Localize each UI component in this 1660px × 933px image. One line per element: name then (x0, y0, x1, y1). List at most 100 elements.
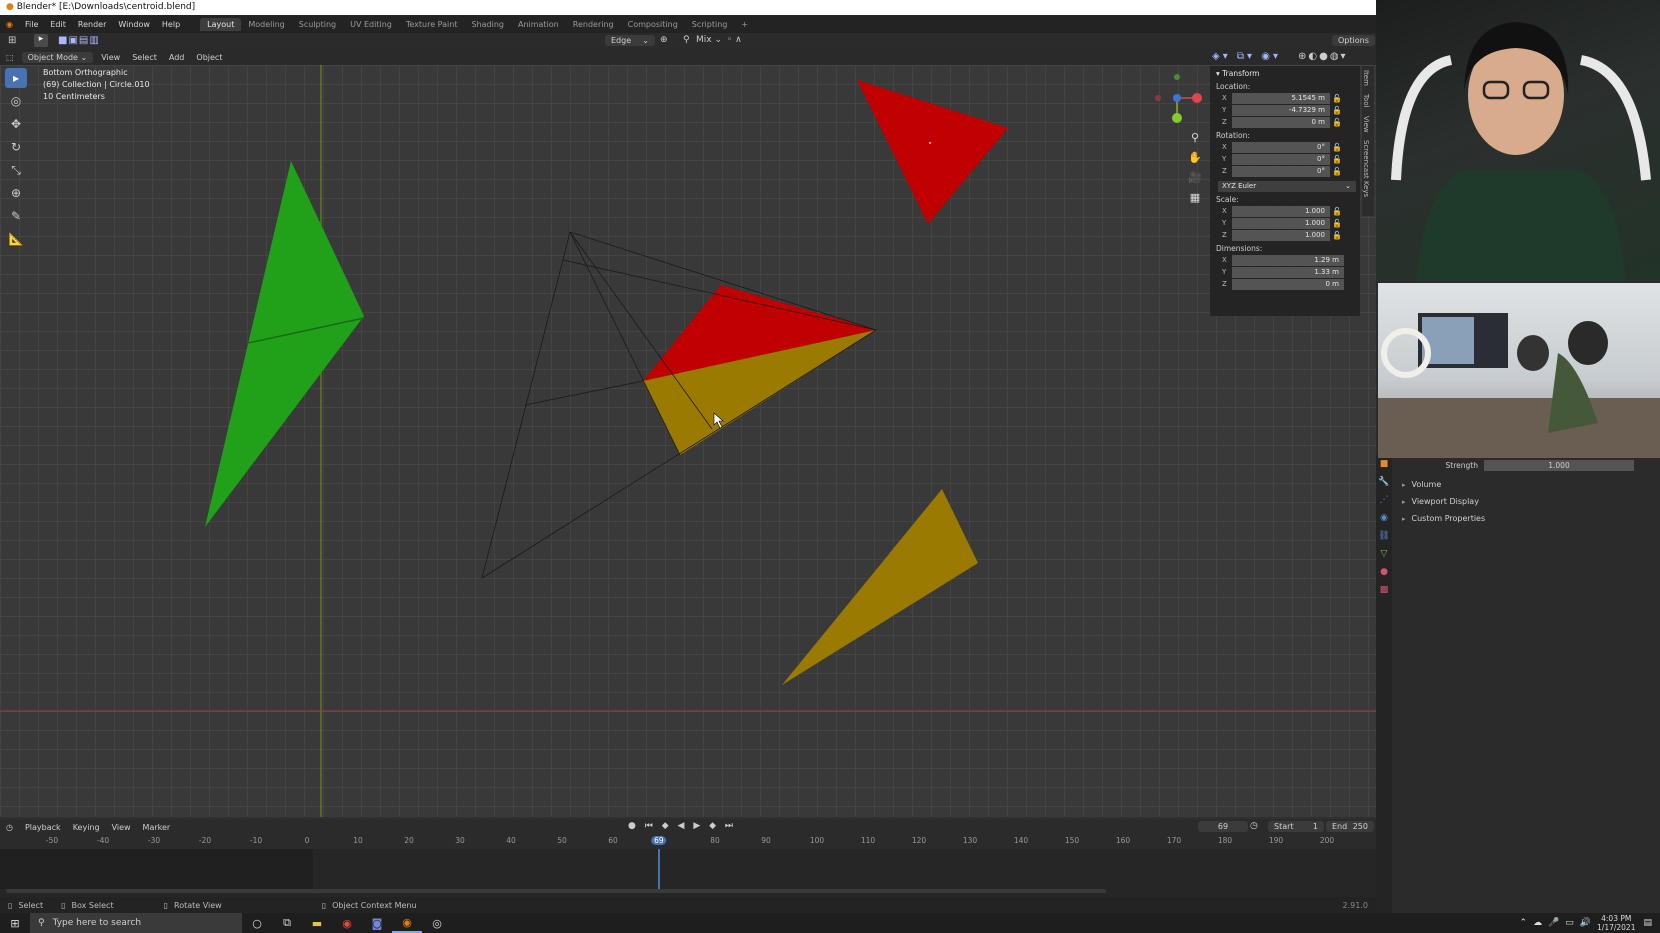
selection-mode-buttons[interactable]: ■▣▤▥ (58, 35, 100, 46)
timeline-scrollbar[interactable] (6, 889, 1106, 893)
menu-select[interactable]: Select (126, 52, 163, 63)
add-workspace-button[interactable]: + (734, 18, 755, 31)
green-triangle[interactable] (205, 161, 364, 527)
move-tool-icon[interactable]: ✥ (5, 114, 27, 134)
particles-properties-icon[interactable]: ⋰ (1376, 491, 1392, 509)
rotation-y-field[interactable]: 0° (1232, 153, 1330, 165)
select-tool-icon[interactable]: ▸ (5, 68, 27, 88)
mode-dropdown[interactable]: Object Mode ⌄ (21, 51, 94, 63)
obs-icon[interactable]: ◎ (422, 913, 452, 933)
rotate-tool-icon[interactable]: ↻ (5, 137, 27, 157)
menu-add[interactable]: Add (163, 52, 191, 63)
lock-icon[interactable]: 🔓 (1330, 143, 1344, 152)
ortho-grid-icon[interactable]: ▦ (1186, 188, 1204, 208)
timeline-ruler[interactable]: -50 -40 -30 -20 -10 0 10 20 30 40 50 60 69 80 90 100 110… (0, 835, 1376, 849)
menu-playback[interactable]: Playback (19, 822, 67, 833)
proportional-edit-icon[interactable]: ◦ ∧ (727, 35, 742, 45)
tab-shading[interactable]: Shading (464, 18, 511, 31)
start-frame-field[interactable]: Start 1 (1268, 821, 1324, 832)
volume-icon[interactable]: 🔊 (1580, 918, 1591, 928)
rotation-z-field[interactable]: 0° (1232, 165, 1330, 177)
playhead-line[interactable] (657, 849, 660, 889)
tab-view[interactable]: View (1362, 112, 1370, 137)
material-properties-icon[interactable]: ● (1376, 563, 1392, 581)
select-mode-icon[interactable]: ▸ (34, 34, 48, 47)
section-volume[interactable]: ▸ Volume (1392, 476, 1660, 493)
menu-window[interactable]: Window (112, 20, 156, 29)
section-viewport-display[interactable]: ▸ Viewport Display (1392, 493, 1660, 510)
viewport-overlay-icons[interactable]: ◈▾ ⧉▾ ◉▾ (1212, 51, 1281, 62)
yellow-triangle-bottom[interactable] (782, 489, 978, 685)
task-view-icon[interactable]: ⧉ (272, 913, 302, 933)
current-frame-field[interactable]: 69 (1198, 821, 1248, 832)
play-icon[interactable]: ▶ (693, 821, 703, 831)
navigation-gizmo[interactable]: ⚲ ✋ 🎥 ▦ (1150, 68, 1210, 208)
tab-tool[interactable]: Tool (1362, 90, 1370, 112)
gizmo-z-icon[interactable] (1173, 94, 1181, 102)
cursor-tool-icon[interactable]: ◎ (5, 91, 27, 111)
clock-icon[interactable]: ◷ (1250, 821, 1258, 831)
tab-animation[interactable]: Animation (511, 18, 566, 31)
editor-type-icon[interactable]: ⊞ (8, 35, 16, 46)
tab-layout[interactable]: Layout (200, 17, 242, 31)
options-dropdown[interactable]: Options (1332, 35, 1375, 46)
tab-item[interactable]: Item (1362, 66, 1370, 90)
lock-icon[interactable]: 🔓 (1330, 207, 1344, 216)
tab-modeling[interactable]: Modeling (241, 18, 291, 31)
location-z-field[interactable]: 0 m (1232, 116, 1330, 128)
microphone-icon[interactable]: 🎤 (1548, 918, 1559, 928)
strength-field[interactable]: 1.000 (1484, 459, 1634, 471)
chrome-icon[interactable]: ◉ (332, 913, 362, 933)
network-icon[interactable]: ▭ (1565, 918, 1574, 928)
lock-icon[interactable]: 🔓 (1330, 106, 1344, 115)
gizmo-neg-x-icon[interactable] (1155, 95, 1161, 101)
snap-icon[interactable]: ⚲ (683, 35, 690, 45)
file-explorer-icon[interactable]: ▬ (302, 913, 332, 933)
annotate-tool-icon[interactable]: ✎ (5, 206, 27, 226)
tab-rendering[interactable]: Rendering (566, 18, 621, 31)
gizmo-y-icon[interactable] (1172, 113, 1182, 123)
lock-icon[interactable]: 🔓 (1330, 167, 1344, 176)
scale-tool-icon[interactable]: ⤡ (5, 160, 27, 180)
red-triangle-top[interactable] (857, 80, 1008, 224)
location-x-field[interactable]: 5.1545 m (1232, 92, 1330, 104)
windows-start-icon[interactable]: ⊞ (0, 913, 30, 933)
tab-compositing[interactable]: Compositing (621, 18, 685, 31)
tab-uv-editing[interactable]: UV Editing (343, 18, 399, 31)
rotation-x-field[interactable]: 0° (1232, 141, 1330, 153)
dimensions-y-field[interactable]: 1.33 m (1232, 266, 1344, 278)
measure-tool-icon[interactable]: 📐 (5, 229, 27, 249)
transform-tool-icon[interactable]: ⊕ (5, 183, 27, 203)
timeline-editor-icon[interactable]: ◷ (0, 822, 19, 833)
pan-hand-icon[interactable]: ✋ (1186, 148, 1204, 168)
chevron-down-icon[interactable]: ▾ (1216, 69, 1220, 78)
rotation-mode-dropdown[interactable]: XYZ Euler ⌄ (1218, 180, 1356, 192)
menu-view[interactable]: View (95, 52, 126, 63)
menu-timeline-view[interactable]: View (106, 822, 137, 833)
tab-sculpting[interactable]: Sculpting (292, 18, 343, 31)
lock-icon[interactable]: 🔓 (1330, 231, 1344, 240)
physics-properties-icon[interactable]: ◉ (1376, 509, 1392, 527)
lock-icon[interactable]: 🔓 (1330, 118, 1344, 127)
menu-object[interactable]: Object (190, 52, 228, 63)
section-custom-properties[interactable]: ▸ Custom Properties (1392, 510, 1660, 527)
dimensions-z-field[interactable]: 0 m (1232, 278, 1344, 290)
menu-file[interactable]: File (19, 20, 44, 29)
gizmo-x-icon[interactable] (1192, 93, 1202, 103)
camera-icon[interactable]: 🎥 (1186, 168, 1204, 188)
location-y-field[interactable]: -4.7329 m (1232, 104, 1330, 116)
tab-scripting[interactable]: Scripting (685, 18, 735, 31)
lock-icon[interactable]: 🔓 (1330, 94, 1344, 103)
menu-render[interactable]: Render (72, 20, 112, 29)
jump-start-icon[interactable]: ⏮ (645, 821, 656, 831)
jump-end-icon[interactable]: ⏭ (725, 821, 736, 831)
zoom-icon[interactable]: ⚲ (1186, 128, 1204, 148)
blender-menu-icon[interactable]: ◉ (0, 20, 19, 29)
scale-z-field[interactable]: 1.000 (1232, 229, 1330, 241)
constraints-properties-icon[interactable]: ⛓ (1376, 527, 1392, 545)
onedrive-icon[interactable]: ☁ (1533, 918, 1542, 928)
snap-target-dropdown[interactable]: Edge ⌄ (605, 35, 655, 46)
gizmo-neg-y-icon[interactable] (1174, 74, 1180, 80)
shading-mode-icons[interactable]: ⊕◐●◍▾ (1298, 51, 1348, 62)
play-reverse-icon[interactable]: ◀ (678, 821, 688, 831)
